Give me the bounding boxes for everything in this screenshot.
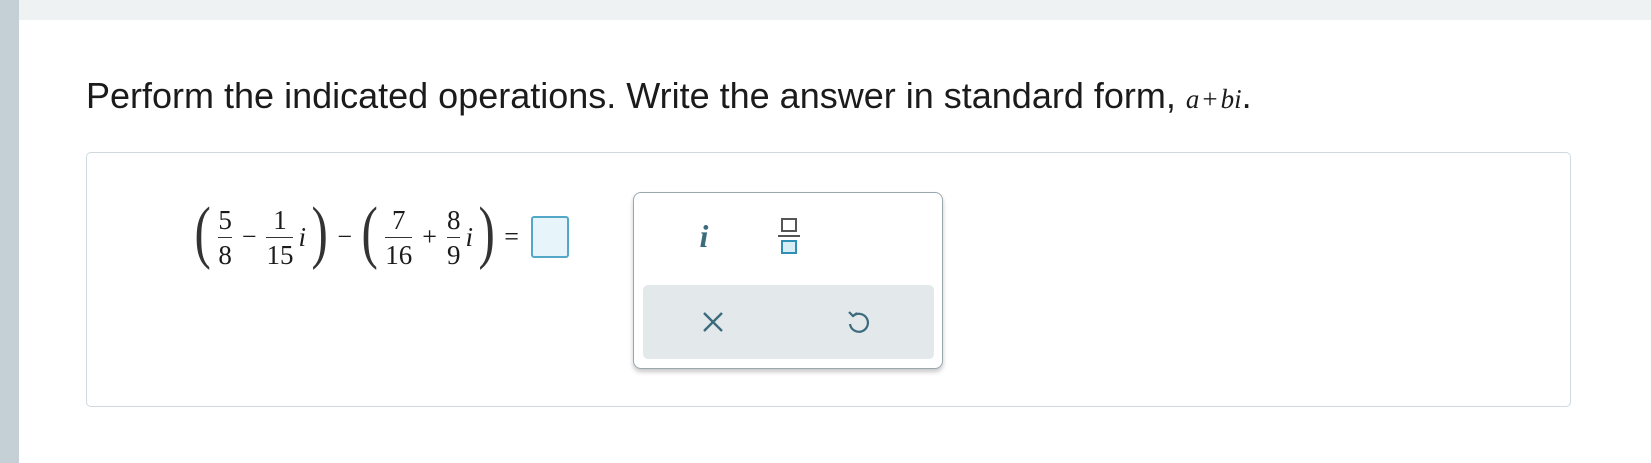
- fraction-7-16: 7 16: [385, 204, 413, 270]
- instruction-period: .: [1241, 75, 1252, 116]
- question-instruction: Perform the indicated operations. Write …: [86, 71, 1252, 124]
- fraction-numerator: 1: [273, 204, 287, 235]
- form-plus: +: [1202, 84, 1218, 114]
- clear-button[interactable]: [688, 298, 738, 346]
- palette-action-bar: [643, 285, 934, 359]
- close-paren-2: ): [478, 194, 495, 271]
- equals-sign: =: [504, 222, 519, 251]
- fraction-denominator: 9: [446, 239, 461, 270]
- top-strip: [19, 0, 1651, 20]
- minus-sign: −: [241, 222, 257, 251]
- fraction-template-bar: [778, 235, 800, 237]
- fraction-template-icon: [781, 218, 797, 232]
- imaginary-unit: i: [298, 221, 306, 252]
- fraction-denominator: 15: [266, 239, 294, 270]
- fraction-8-9: 8 9: [446, 204, 461, 270]
- math-palette: i: [633, 192, 943, 369]
- fraction-denominator: 16: [385, 239, 413, 270]
- form-a: a: [1185, 84, 1200, 114]
- answer-input[interactable]: [530, 216, 569, 258]
- open-paren-1: (: [194, 194, 211, 271]
- open-paren-2: (: [361, 194, 378, 271]
- fraction-numerator: 7: [392, 204, 406, 235]
- imaginary-unit: i: [465, 221, 473, 252]
- insert-imaginary-unit-button[interactable]: i: [674, 213, 734, 259]
- fraction-bar: [446, 236, 461, 238]
- fraction-denominator: 8: [218, 239, 232, 270]
- fraction-template-slot: [781, 240, 797, 254]
- standard-form-expression: a + bi: [1186, 84, 1242, 114]
- close-icon: [703, 312, 723, 332]
- undo-icon: [848, 311, 869, 333]
- math-expression: ( 5 8 − 1 15 i ) − ( 7 16 + 8 9 i ) =: [191, 197, 569, 277]
- close-paren-1: ): [311, 194, 328, 271]
- instruction-text: Perform the indicated operations. Write …: [86, 75, 1176, 116]
- fraction-numerator: 5: [218, 204, 232, 235]
- fraction-numerator: 8: [446, 204, 461, 235]
- fraction-bar: [218, 236, 232, 238]
- fraction-5-8: 5 8: [218, 205, 232, 270]
- left-rail: [0, 0, 19, 463]
- form-bi: bi: [1220, 84, 1242, 114]
- fraction-1-15: 1 15: [266, 204, 294, 270]
- plus-sign: +: [422, 222, 437, 251]
- fraction-bar: [266, 236, 294, 238]
- insert-fraction-button[interactable]: [759, 213, 819, 259]
- minus-sign-middle: −: [337, 222, 352, 251]
- fraction-bar: [385, 236, 413, 238]
- undo-button[interactable]: [833, 298, 883, 346]
